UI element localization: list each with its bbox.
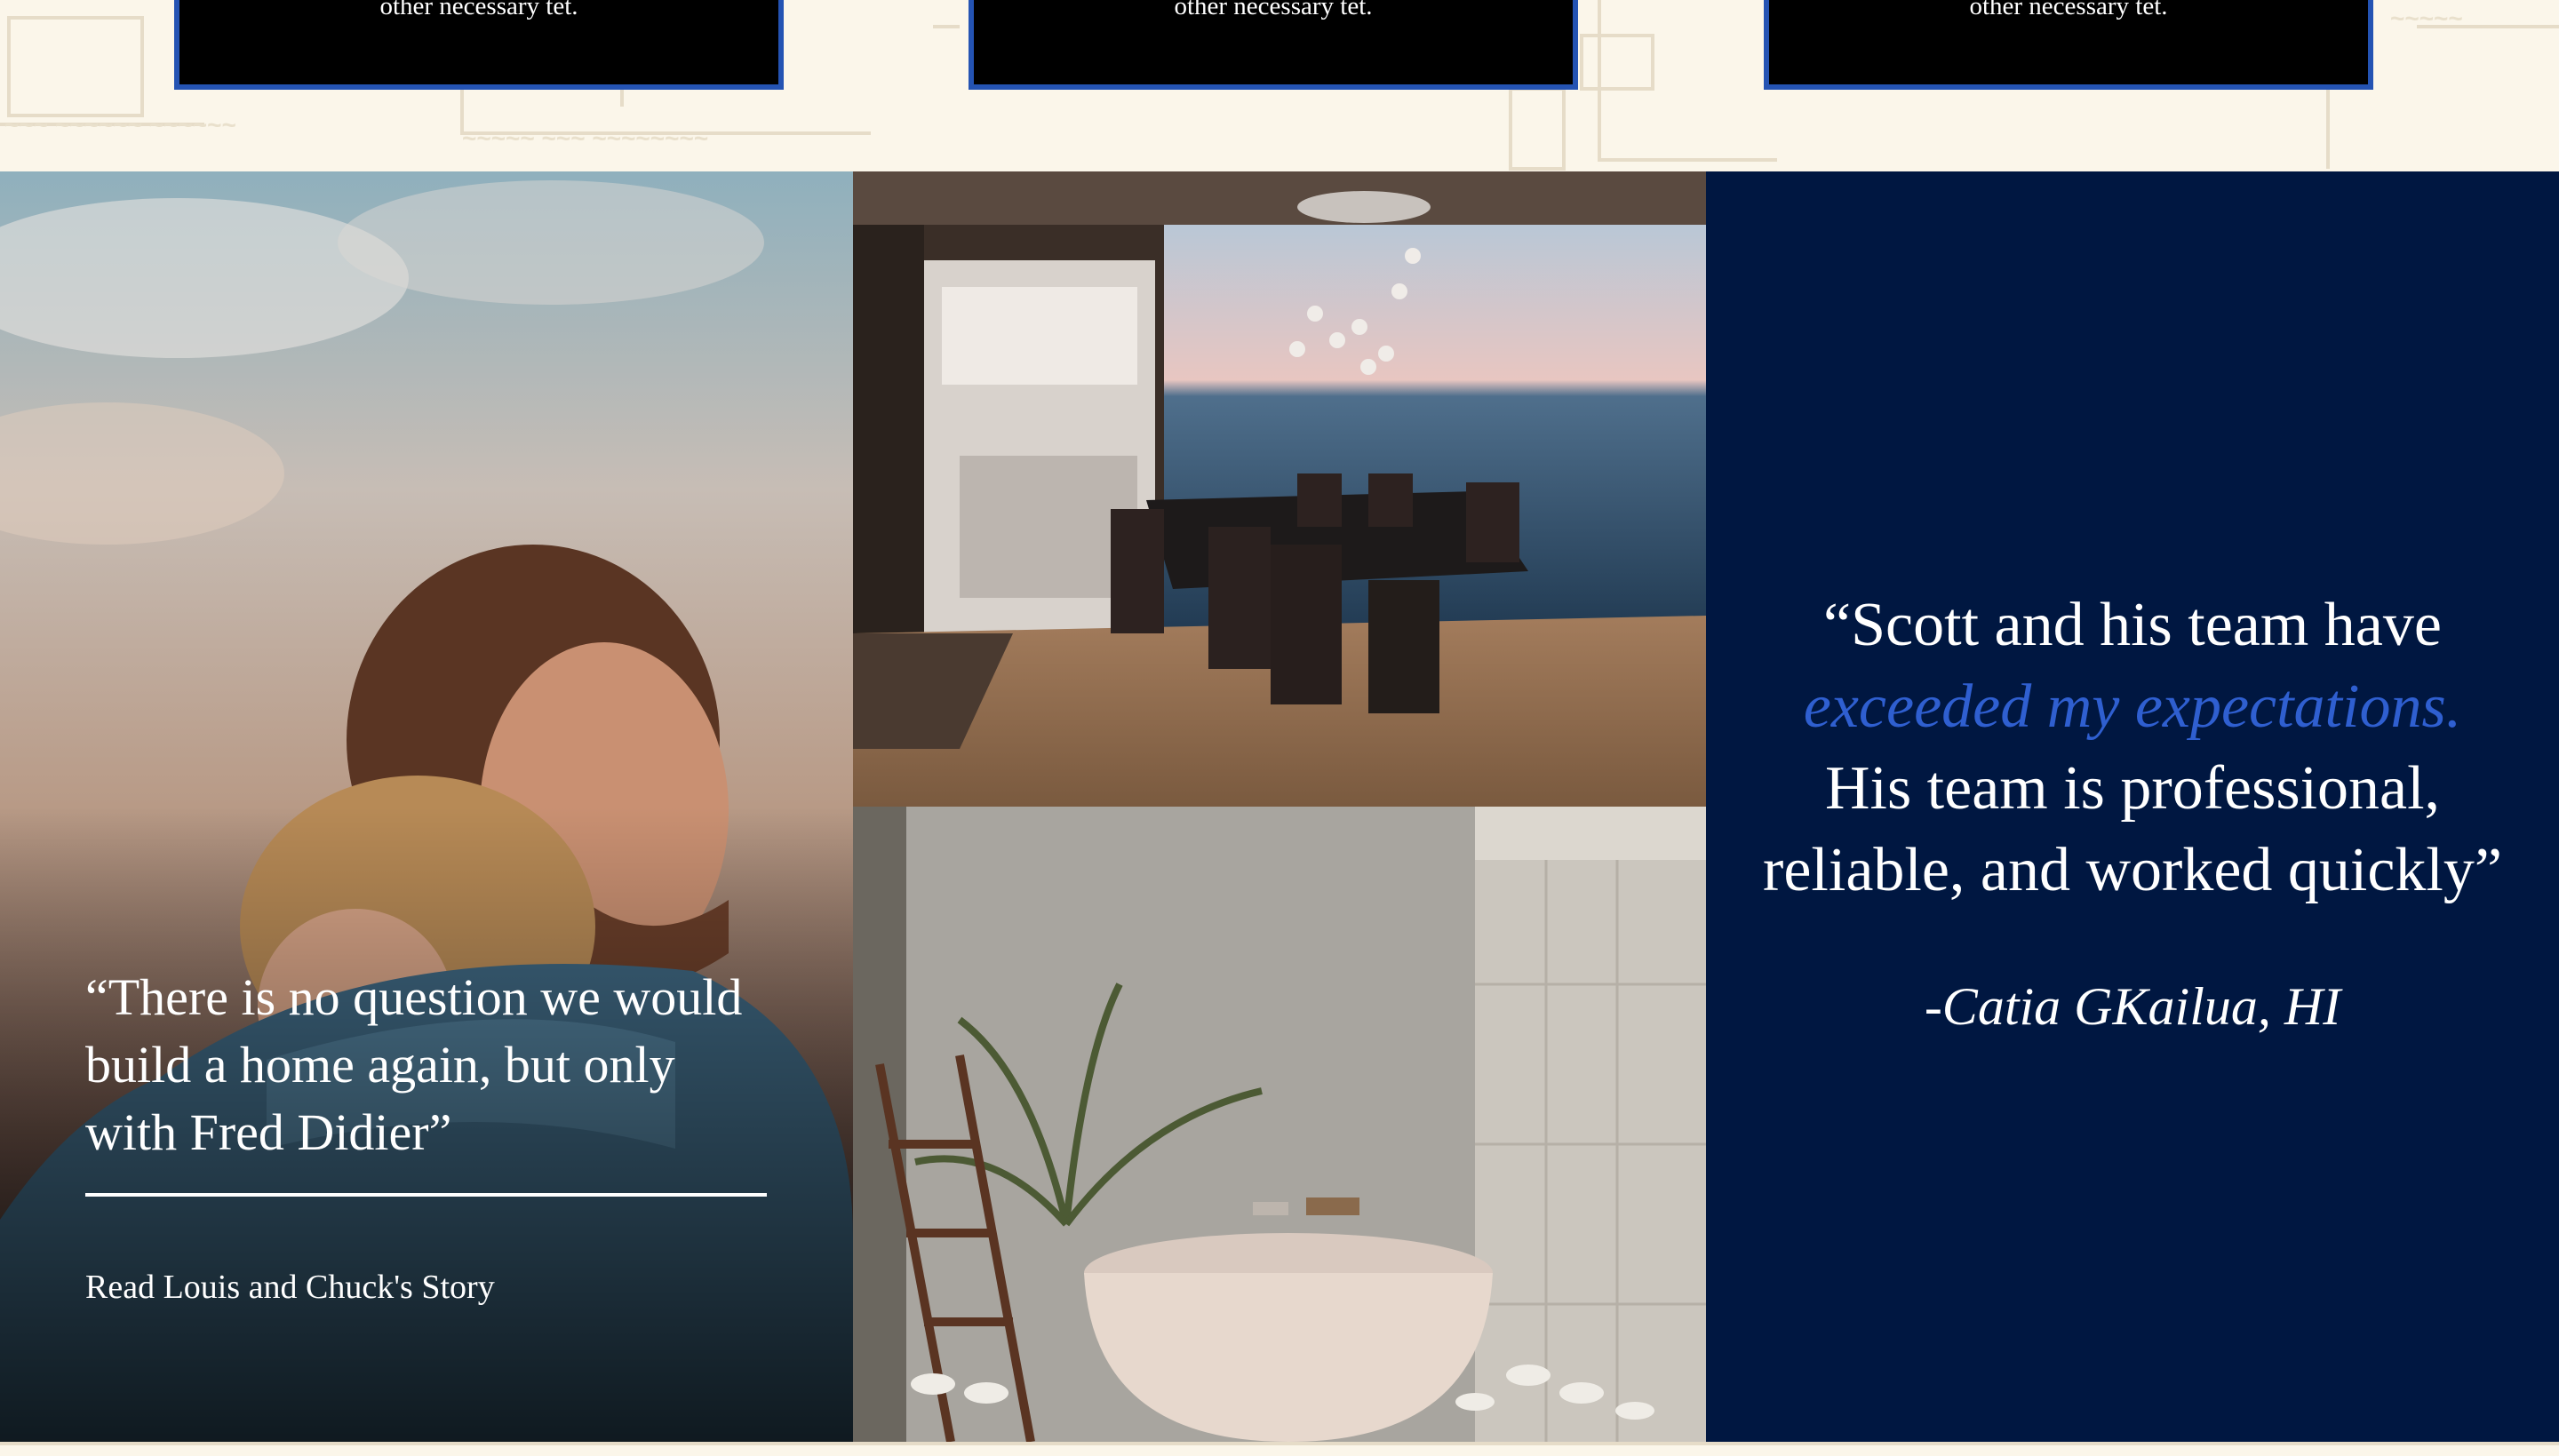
- testimonial-line: “Scott and his team have: [1823, 591, 2442, 659]
- testimonial-line: reliable, and worked quickly”: [1763, 836, 2502, 904]
- svg-text:~~~ ~~~~~~ ~~~~~~: ~~~ ~~~~~~ ~~~~~~: [4, 111, 236, 139]
- info-card-3: other necessary tet.: [1764, 0, 2373, 90]
- info-card-text: other necessary tet.: [1969, 0, 2168, 20]
- svg-text:~~~~~ ~~~ ~~~~~~~~: ~~~~~ ~~~ ~~~~~~~~: [462, 124, 708, 152]
- testimonial-quote: “Scott and his team have exceeded my exp…: [1706, 585, 2559, 911]
- page: ~~~ ~~~~~~ ~~~~~~ ~~~~~ ~~~ ~~~~~~~~ ~~~…: [0, 0, 2559, 1456]
- couple-photo: [0, 171, 853, 1442]
- info-card-text: other necessary tet.: [1174, 0, 1373, 20]
- interior-photos: [853, 171, 1706, 1442]
- svg-text:~~~~~: ~~~~~: [2390, 4, 2463, 32]
- story-quote: “There is no question we would build a h…: [85, 968, 743, 1161]
- testimonial-author: -Catia GKailua, HI: [1924, 977, 2341, 1036]
- dining-room-photo: [853, 171, 1706, 807]
- read-story-link[interactable]: Read Louis and Chuck's Story: [85, 1266, 495, 1309]
- testimonial-panel: “Scott and his team have exceeded my exp…: [1706, 171, 2559, 1442]
- info-card-2: other necessary tet.: [969, 0, 1578, 90]
- testimonial-highlight: exceeded my expectations.: [1803, 672, 2462, 741]
- couple-story-panel: “There is no question we would build a h…: [0, 171, 853, 1442]
- testimonial-line: His team is professional,: [1824, 754, 2441, 823]
- dining-room-image: [853, 171, 1706, 807]
- bathroom-image: [853, 807, 1706, 1442]
- info-card-1: other necessary tet.: [174, 0, 784, 90]
- bathroom-photo: [853, 807, 1706, 1442]
- info-card-text: other necessary tet.: [379, 0, 578, 20]
- quote-divider: [85, 1193, 767, 1197]
- testimonial-row: “There is no question we would build a h…: [0, 171, 2559, 1442]
